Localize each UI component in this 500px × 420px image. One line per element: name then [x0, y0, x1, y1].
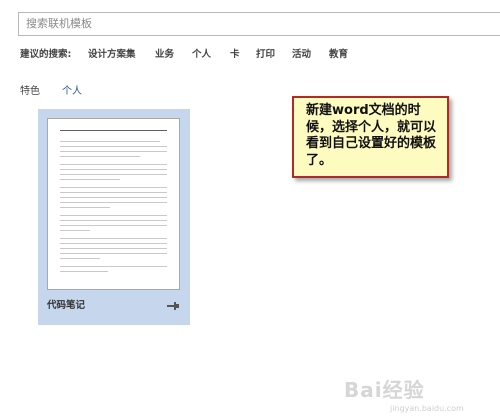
watermark-text: Bai经验 — [344, 378, 425, 402]
suggestion-personal[interactable]: 个人 — [192, 46, 211, 60]
suggestion-print[interactable]: 打印 — [256, 46, 275, 60]
watermark-subtext: jingyan.baidu.com — [390, 404, 464, 413]
tab-featured[interactable]: 特色 — [20, 82, 40, 97]
tab-personal[interactable]: 个人 — [62, 82, 82, 97]
suggestion-business[interactable]: 业务 — [155, 46, 174, 60]
watermark-logo: Bai经验 jingyan.baidu.com — [344, 372, 494, 416]
suggestion-design-sets[interactable]: 设计方案集 — [88, 46, 136, 60]
annotation-callout: 新建word文档的时候，选择个人，就可以看到自己设置好的模板了。 — [292, 96, 449, 178]
template-name: 代码笔记 — [47, 300, 86, 311]
template-thumbnail — [47, 118, 180, 290]
suggestion-events[interactable]: 活动 — [292, 46, 311, 60]
search-input[interactable]: 搜索联机模板 — [18, 12, 500, 36]
template-card[interactable]: 代码笔记 — [38, 109, 190, 325]
suggestion-cards[interactable]: 卡 — [230, 46, 240, 60]
suggested-searches-label: 建议的搜索: — [20, 49, 72, 60]
pin-icon[interactable] — [166, 297, 180, 310]
suggestion-education[interactable]: 教育 — [329, 46, 348, 60]
